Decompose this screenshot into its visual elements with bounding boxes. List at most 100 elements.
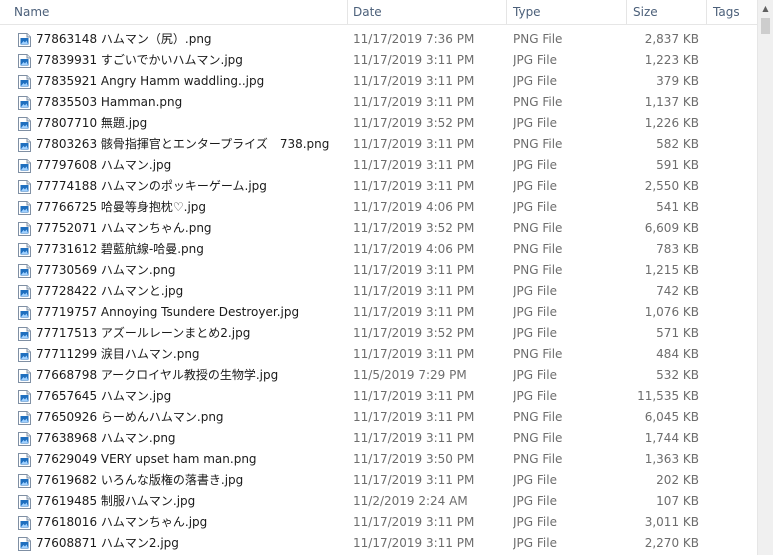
file-row[interactable]: 77711299 涙目ハムマン.png 11/17/2019 3:11 PM PNG… xyxy=(0,344,757,365)
file-tags xyxy=(713,428,753,449)
file-type: PNG File xyxy=(513,431,563,445)
file-tags xyxy=(713,323,753,344)
image-file-icon xyxy=(18,201,31,215)
image-file-icon xyxy=(18,495,31,509)
file-size: 532 KB xyxy=(656,368,699,382)
file-row[interactable]: 77803263 骸骨指揮官とエンタープライズ 738.png 11/17/201… xyxy=(0,134,757,155)
file-row[interactable]: 77638968 ハムマン.png 11/17/2019 3:11 PM PNG F… xyxy=(0,428,757,449)
file-type: PNG File xyxy=(513,221,563,235)
file-type: JPG File xyxy=(513,179,557,193)
scroll-up-icon[interactable]: ▲ xyxy=(758,0,773,17)
image-file-icon xyxy=(18,348,31,362)
file-name: 77730569 ハムマン.png xyxy=(36,263,176,277)
file-name: 77731612 碧藍航線-哈曼.png xyxy=(36,242,204,256)
file-row[interactable]: 77839931 すごいでかいハムマン.jpg 11/17/2019 3:11 P… xyxy=(0,50,757,71)
file-row[interactable]: 77835921 Angry Hamm waddling..jpg 11/17/2… xyxy=(0,71,757,92)
file-date: 11/2/2019 2:24 AM xyxy=(353,494,468,508)
file-name: 77839931 すごいでかいハムマン.jpg xyxy=(36,53,243,67)
file-type: JPG File xyxy=(513,473,557,487)
file-row[interactable]: 77752071 ハムマンちゃん.png 11/17/2019 3:52 PM PN… xyxy=(0,218,757,239)
file-tags xyxy=(713,260,753,281)
file-row[interactable]: 77619485 制服ハムマン.jpg 11/2/2019 2:24 AM JPG … xyxy=(0,491,757,512)
file-row[interactable]: 77629049 VERY upset ham man.png 11/17/201… xyxy=(0,449,757,470)
file-size: 591 KB xyxy=(656,158,699,172)
file-type: PNG File xyxy=(513,410,563,424)
file-date: 11/17/2019 3:11 PM xyxy=(353,263,475,277)
file-row[interactable]: 77618016 ハムマンちゃん.jpg 11/17/2019 3:11 PM JP… xyxy=(0,512,757,533)
file-row[interactable]: 77774188 ハムマンのポッキーゲーム.jpg 11/17/2019 3:11… xyxy=(0,176,757,197)
image-file-icon xyxy=(18,327,31,341)
file-row[interactable]: 77797608 ハムマン.jpg 11/17/2019 3:11 PM JPG F… xyxy=(0,155,757,176)
column-header-size[interactable]: Size xyxy=(627,0,707,24)
file-name: 77650926 らーめんハムマン.png xyxy=(36,410,224,424)
file-date: 11/17/2019 3:11 PM xyxy=(353,95,475,109)
file-row[interactable]: 77619682 いろんな版権の落書き.jpg 11/17/2019 3:11 P… xyxy=(0,470,757,491)
file-row[interactable]: 77835503 Hamman.png 11/17/2019 3:11 PM PNG… xyxy=(0,92,757,113)
file-date: 11/17/2019 3:52 PM xyxy=(353,116,475,130)
file-size: 2,270 KB xyxy=(644,536,699,550)
file-type: JPG File xyxy=(513,53,557,67)
file-row[interactable]: 77730569 ハムマン.png 11/17/2019 3:11 PM PNG F… xyxy=(0,260,757,281)
file-row[interactable]: 77863148 ハムマン（尻）.png 11/17/2019 7:36 PM PN… xyxy=(0,29,757,50)
file-date: 11/17/2019 4:06 PM xyxy=(353,242,475,256)
file-tags xyxy=(713,386,753,407)
file-date: 11/17/2019 3:11 PM xyxy=(353,431,475,445)
file-tags xyxy=(713,344,753,365)
file-row[interactable]: 77717513 アズールレーンまとめ2.jpg 11/17/2019 3:52 … xyxy=(0,323,757,344)
file-size: 571 KB xyxy=(656,326,699,340)
vertical-scrollbar[interactable]: ▲ xyxy=(757,0,773,555)
file-name: 77717513 アズールレーンまとめ2.jpg xyxy=(36,326,251,340)
image-file-icon xyxy=(18,474,31,488)
file-name: 77752071 ハムマンちゃん.png xyxy=(36,221,212,235)
image-file-icon xyxy=(18,285,31,299)
file-tags xyxy=(713,449,753,470)
column-header-date[interactable]: Date xyxy=(347,0,507,24)
scroll-thumb[interactable] xyxy=(761,18,770,34)
file-size: 3,011 KB xyxy=(644,515,699,529)
image-file-icon xyxy=(18,264,31,278)
file-row[interactable]: 77650926 らーめんハムマン.png 11/17/2019 3:11 PM P… xyxy=(0,407,757,428)
file-type: JPG File xyxy=(513,368,557,382)
column-header-name[interactable]: Name xyxy=(8,0,348,24)
file-name: 77657645 ハムマン.jpg xyxy=(36,389,172,403)
file-tags xyxy=(713,491,753,512)
file-tags xyxy=(713,134,753,155)
column-header-tags[interactable]: Tags xyxy=(707,0,757,24)
file-date: 11/17/2019 3:50 PM xyxy=(353,452,475,466)
file-size: 484 KB xyxy=(656,347,699,361)
file-name: 77719757 Annoying Tsundere Destroyer.jpg xyxy=(36,305,300,319)
file-row[interactable]: 77657645 ハムマン.jpg 11/17/2019 3:11 PM JPG F… xyxy=(0,386,757,407)
file-row[interactable]: 77668798 アークロイヤル教授の生物学.jpg 11/5/2019 7:29… xyxy=(0,365,757,386)
file-type: JPG File xyxy=(513,536,557,550)
file-date: 11/17/2019 3:11 PM xyxy=(353,389,475,403)
file-name: 77638968 ハムマン.png xyxy=(36,431,176,445)
file-tags xyxy=(713,365,753,386)
file-size: 1,076 KB xyxy=(644,305,699,319)
image-file-icon xyxy=(18,54,31,68)
image-file-icon xyxy=(18,369,31,383)
file-name: 77618016 ハムマンちゃん.jpg xyxy=(36,515,208,529)
file-row[interactable]: 77719757 Annoying Tsundere Destroyer.jpg… xyxy=(0,302,757,323)
file-row[interactable]: 77766725 哈曼等身抱枕♡.jpg 11/17/2019 4:06 PM JP… xyxy=(0,197,757,218)
image-file-icon xyxy=(18,453,31,467)
file-date: 11/5/2019 7:29 PM xyxy=(353,368,467,382)
file-type: JPG File xyxy=(513,158,557,172)
file-type: JPG File xyxy=(513,515,557,529)
file-row[interactable]: 77807710 無題.jpg 11/17/2019 3:52 PM JPG Fil… xyxy=(0,113,757,134)
image-file-icon xyxy=(18,222,31,236)
file-date: 11/17/2019 3:11 PM xyxy=(353,284,475,298)
column-header-type[interactable]: Type xyxy=(507,0,627,24)
file-row[interactable]: 77731612 碧藍航線-哈曼.png 11/17/2019 4:06 PM PN… xyxy=(0,239,757,260)
file-size: 1,215 KB xyxy=(644,263,699,277)
file-type: PNG File xyxy=(513,263,563,277)
image-file-icon xyxy=(18,432,31,446)
image-file-icon xyxy=(18,243,31,257)
file-row[interactable]: 77608871 ハムマン2.jpg 11/17/2019 3:11 PM JPG … xyxy=(0,533,757,554)
image-file-icon xyxy=(18,180,31,194)
file-row[interactable]: 77728422 ハムマンと.jpg 11/17/2019 3:11 PM JPG … xyxy=(0,281,757,302)
file-date: 11/17/2019 3:11 PM xyxy=(353,74,475,88)
file-tags xyxy=(713,512,753,533)
file-list: 77863148 ハムマン（尻）.png 11/17/2019 7:36 PM PN… xyxy=(0,24,757,555)
file-name: 77835503 Hamman.png xyxy=(36,95,183,109)
file-date: 11/17/2019 3:11 PM xyxy=(353,137,475,151)
